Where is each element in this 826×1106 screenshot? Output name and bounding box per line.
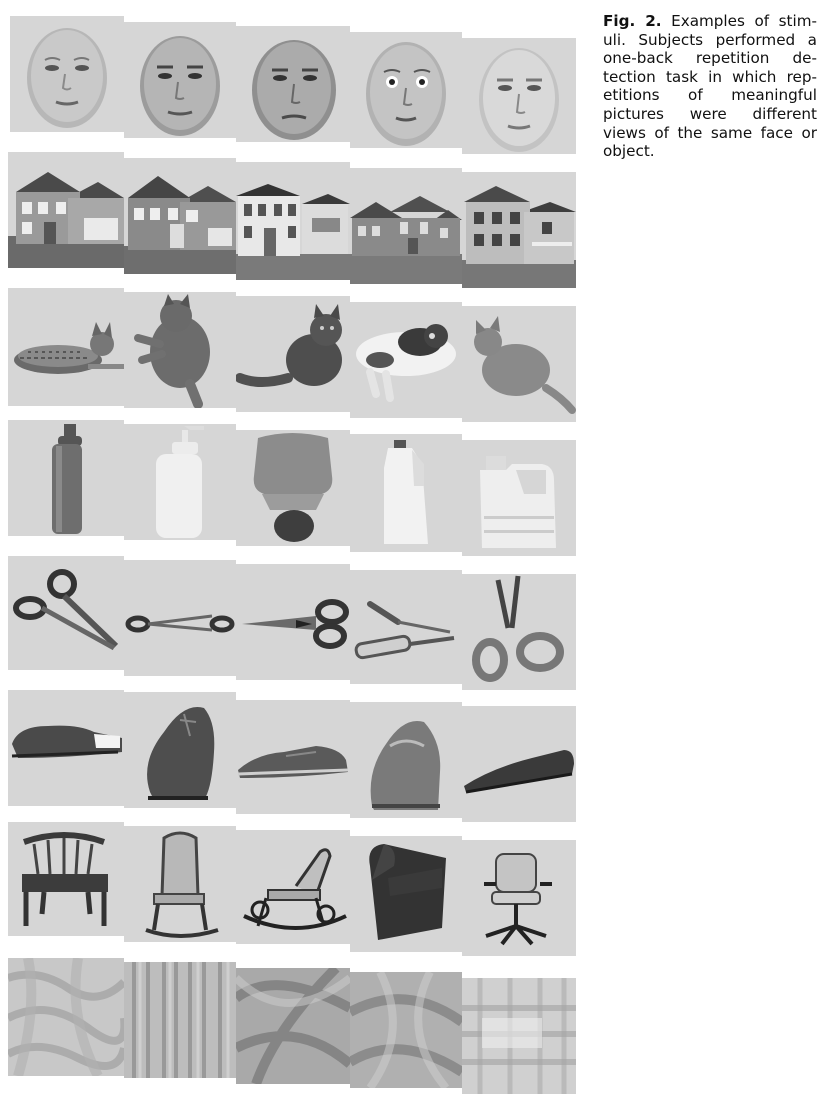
scrambled-image xyxy=(8,958,124,1076)
bottle-image xyxy=(8,420,124,536)
figure-caption-text: Examples of stim- uli. Subjects performe… xyxy=(603,12,817,161)
cat-image xyxy=(124,292,236,408)
house-image xyxy=(350,168,462,284)
chair-image xyxy=(236,830,350,944)
face-image xyxy=(10,16,124,132)
bottle-image xyxy=(124,424,236,540)
house-image xyxy=(462,172,576,288)
cat-image xyxy=(236,296,350,412)
chair-image xyxy=(350,836,462,952)
face-image xyxy=(236,26,350,142)
face-image xyxy=(350,32,462,148)
shoe-image xyxy=(124,692,236,808)
house-image xyxy=(8,152,124,268)
bottle-image xyxy=(350,434,462,552)
scissors-image xyxy=(350,570,462,684)
scrambled-image xyxy=(124,962,236,1078)
chair-image xyxy=(8,822,124,936)
cat-image xyxy=(350,302,462,418)
figure-label: Fig. 2. xyxy=(603,12,662,30)
face-image xyxy=(462,38,576,154)
scrambled-image xyxy=(462,978,576,1094)
bottle-image xyxy=(236,430,350,546)
shoe-image xyxy=(462,706,576,822)
house-image xyxy=(236,162,350,280)
bottle-image xyxy=(462,440,576,556)
house-image xyxy=(124,158,236,274)
face-image xyxy=(124,22,236,138)
shoe-image xyxy=(350,702,462,818)
shoe-image xyxy=(8,690,124,806)
cat-image xyxy=(462,306,576,422)
scrambled-image xyxy=(350,972,462,1088)
stimulus-grid xyxy=(0,0,590,1106)
figure-caption: Fig. 2. Examples of stim- uli. Subjects … xyxy=(603,12,817,161)
scrambled-image xyxy=(236,968,350,1084)
scissors-image xyxy=(236,564,350,680)
scissors-image xyxy=(462,574,576,690)
chair-image xyxy=(124,826,236,942)
cat-image xyxy=(8,288,124,406)
shoe-image xyxy=(236,700,350,814)
scissors-image xyxy=(124,560,236,676)
scissors-image xyxy=(8,556,124,670)
chair-image xyxy=(462,840,576,956)
